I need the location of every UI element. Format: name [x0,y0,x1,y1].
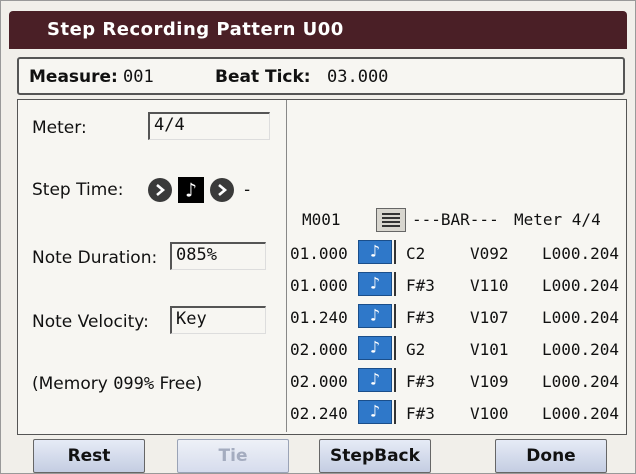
event-velocity: V109 [470,372,509,391]
list-item[interactable]: 02.240 ♪ F#3 V100 L000.204 [288,400,626,426]
step-time-value[interactable]: ♪ [178,177,204,203]
event-note: F#3 [406,372,435,391]
step-time-label: Step Time: [32,180,124,200]
rest-button[interactable]: Rest [33,439,145,473]
note-duration-field[interactable]: 085% [170,242,266,270]
event-position: 02.240 [290,404,348,423]
meter-label: Meter: [32,118,87,138]
title-bar: Step Recording Pattern U00 [9,11,627,49]
note-icon: ♪ [358,400,392,424]
note-velocity-value: Key [176,309,207,329]
meter-value: 4/4 [154,115,185,135]
note-velocity-field[interactable]: Key [170,306,266,334]
note-duration-label: Note Duration: [32,248,158,268]
memory-status: (Memory 099% Free) [32,374,202,394]
step-time-increase-button[interactable] [210,178,234,202]
event-list-icon[interactable] [376,208,406,232]
event-velocity: V107 [470,308,509,327]
event-length: L000.204 [542,276,620,295]
event-position: 02.000 [290,372,348,391]
step-time-suffix: - [242,180,253,200]
meter-field[interactable]: 4/4 [148,112,270,140]
event-velocity: V101 [470,340,509,359]
main-area: Meter: 4/4 Step Time: ♪ - Note Duration:… [17,99,627,435]
page-title: Step Recording Pattern U00 [47,19,344,40]
note-icon: ♪ [358,304,392,328]
event-note: G2 [406,340,426,359]
note-duration-value: 085% [176,245,217,265]
note-icon: ♪ [358,336,392,360]
beat-tick-value: 03.000 [327,67,389,87]
note-icon: ♪ [358,368,392,392]
note-icon: ♪ [358,272,392,296]
chevron-right-icon [156,184,166,196]
button-bar: Rest Tie StepBack Done [1,433,635,473]
list-item[interactable]: 01.000 ♪ C2 V092 L000.204 [288,240,626,266]
event-position: 01.000 [290,244,348,263]
event-velocity: V110 [470,276,509,295]
list-item[interactable]: 01.000 ♪ F#3 V110 L000.204 [288,272,626,298]
event-note: F#3 [406,276,435,295]
bar-marker: ---BAR--- [412,210,499,229]
list-item[interactable]: 01.240 ♪ F#3 V107 L000.204 [288,304,626,330]
list-item[interactable]: 02.000 ♪ G2 V101 L000.204 [288,336,626,362]
memory-suffix: Free) [154,374,203,394]
measure-label: Measure: [29,67,118,87]
event-position: 02.000 [290,340,348,359]
stepback-button[interactable]: StepBack [319,439,431,473]
step-time-decrease-button[interactable] [148,178,172,202]
parameters-pane: Meter: 4/4 Step Time: ♪ - Note Duration:… [18,100,287,432]
measure-value: 001 [123,67,154,87]
chevron-right-icon [218,184,228,196]
done-button[interactable]: Done [495,439,607,473]
event-length: L000.204 [542,308,620,327]
memory-prefix: (Memory [32,374,114,394]
event-length: L000.204 [542,340,620,359]
event-note: F#3 [406,404,435,423]
event-velocity: V092 [470,244,509,263]
list-item[interactable]: 02.000 ♪ F#3 V109 L000.204 [288,368,626,394]
dialog-window: Step Recording Pattern U00 Measure: 001 … [0,0,636,474]
event-position: 01.000 [290,276,348,295]
event-note: C2 [406,244,426,263]
event-list-pane: M001 ---BAR--- Meter 4/4 01.000 ♪ C2 V09… [288,100,626,432]
event-note: F#3 [406,308,435,327]
list-meter: Meter 4/4 [514,210,601,229]
event-velocity: V100 [470,404,509,423]
tie-button[interactable]: Tie [177,439,289,473]
note-icon: ♪ [358,240,392,264]
list-measure: M001 [302,210,341,229]
beat-tick-label: Beat Tick: [215,67,311,87]
memory-value: 099% [113,374,155,394]
event-length: L000.204 [542,372,620,391]
event-length: L000.204 [542,404,620,423]
note-velocity-label: Note Velocity: [32,312,149,332]
position-info-bar: Measure: 001 Beat Tick: 03.000 [17,57,625,95]
event-length: L000.204 [542,244,620,263]
event-position: 01.240 [290,308,348,327]
